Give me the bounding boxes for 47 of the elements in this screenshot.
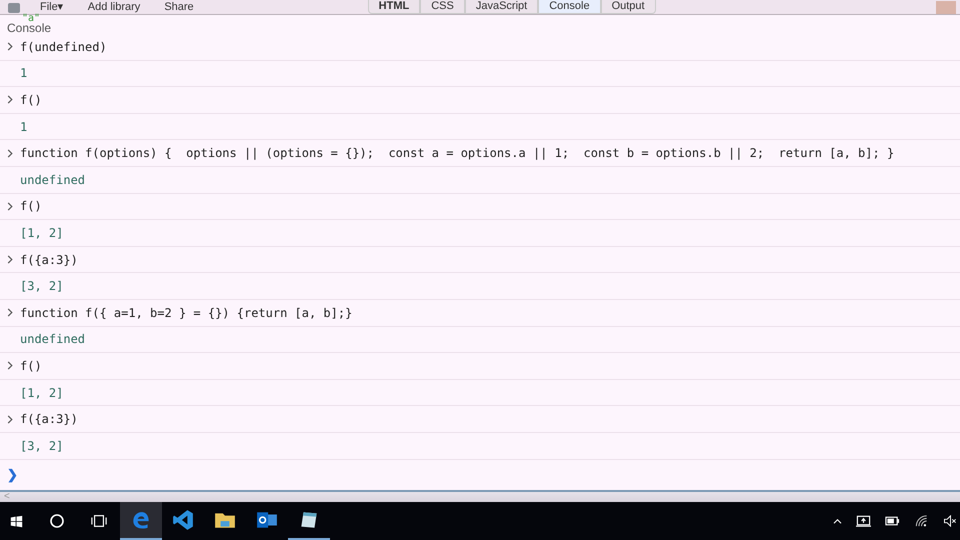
chevron-icon <box>7 361 13 370</box>
chevron-icon <box>7 202 13 211</box>
caret-up-icon[interactable] <box>833 518 842 525</box>
output-text: 1 <box>20 120 28 134</box>
panel-tab[interactable]: HTML <box>368 0 420 14</box>
chevron-icon <box>7 148 13 158</box>
input-text: f() <box>20 358 42 373</box>
menu-item[interactable]: File▾ <box>36 1 68 14</box>
code-editor-icon <box>172 509 194 532</box>
chevron-icon <box>7 95 13 104</box>
input-text: function f(options) { options || (options = {}); const a = options.a || 1; const b = options.b || 2; return [a, b]; } <box>20 146 894 160</box>
chevron-icon <box>7 414 13 424</box>
input-text: f({a:3}) <box>20 412 78 426</box>
task-view-icon[interactable] <box>91 513 107 530</box>
menu-item[interactable]: Add library <box>84 1 144 14</box>
input-text: f() <box>20 199 42 214</box>
muted-speaker-icon[interactable] <box>943 515 958 528</box>
input-text: function f({ a=1, b=2 } = {}) {return [a, b];} <box>20 306 352 320</box>
battery-icon[interactable] <box>885 515 900 528</box>
chevron-icon <box>7 308 13 318</box>
prompt-icon[interactable]: ❯ <box>7 467 18 482</box>
menu-item[interactable]: Share <box>160 1 198 14</box>
output-text: undefined <box>20 172 86 187</box>
avatar <box>936 1 956 14</box>
output-text: [3, 2] <box>20 279 64 294</box>
input-text: f({a:3}) <box>20 252 78 267</box>
start-icon[interactable] <box>10 514 23 528</box>
panel-tab[interactable]: Output <box>600 0 656 14</box>
input-text: f(undefined) <box>20 40 107 54</box>
console-title: Console <box>6 22 52 34</box>
output-text: [1, 2] <box>20 226 64 240</box>
chevron-icon <box>7 42 13 52</box>
app-logo-icon <box>8 2 20 12</box>
taskbar-app[interactable] <box>120 502 162 540</box>
search-icon[interactable] <box>49 513 65 530</box>
panel-tab[interactable]: CSS <box>420 0 465 14</box>
output-text: [1, 2] <box>20 386 64 400</box>
output-text: undefined <box>20 332 86 346</box>
output-text: [3, 2] <box>20 438 64 453</box>
output-text: "a" <box>22 15 40 22</box>
monitor-icon[interactable] <box>856 515 871 528</box>
output-text: 1 <box>20 66 28 80</box>
panel-tab[interactable]: Console <box>538 0 601 14</box>
chevron-icon <box>7 255 13 264</box>
wifi-icon[interactable] <box>914 515 929 528</box>
input-text: f() <box>20 92 42 107</box>
panel-tab[interactable]: JavaScript <box>464 0 538 14</box>
